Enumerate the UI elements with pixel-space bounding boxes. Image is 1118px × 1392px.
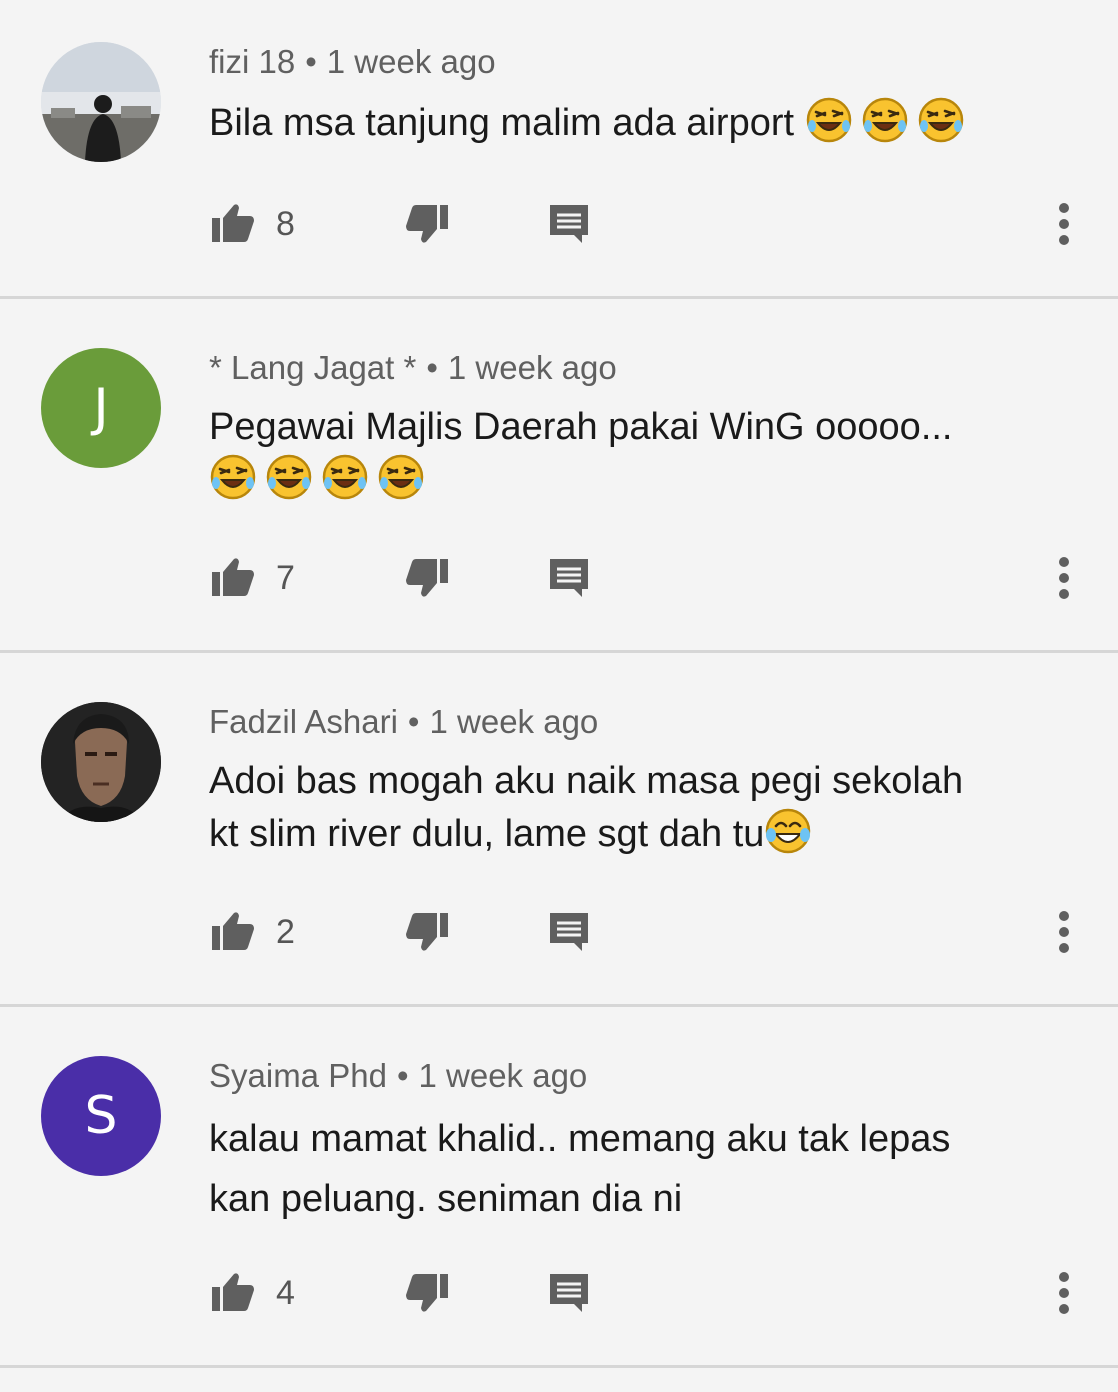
- like-button[interactable]: 8: [210, 194, 295, 254]
- thumb-up-icon: [212, 204, 254, 242]
- like-count: 2: [276, 912, 295, 951]
- comment-time: 1 week ago: [429, 703, 599, 740]
- avatar-initial: S: [84, 1086, 118, 1146]
- thumb-down-icon: [406, 913, 448, 951]
- rofl-emoji-icon: [210, 454, 256, 500]
- more-vert-icon: [1059, 219, 1069, 229]
- comment-meta: * Lang Jagat * • 1 week ago: [209, 349, 617, 387]
- comment-text: Bila msa tanjung malim ada airport: [209, 96, 1069, 149]
- comment-meta: Syaima Phd • 1 week ago: [209, 1057, 587, 1095]
- avatar[interactable]: J: [41, 348, 161, 468]
- avatar-photo-icon: [41, 42, 161, 162]
- comment-actions: 2: [0, 902, 1118, 962]
- separator-dot: •: [396, 1057, 409, 1094]
- dislike-button[interactable]: [402, 548, 450, 608]
- comment-text: kalau mamat khalid.. memang aku tak lepa…: [209, 1109, 1069, 1229]
- comment-item: Fadzil Ashari • 1 week ago Adoi bas mogah …: [0, 653, 1118, 1005]
- reply-icon: [548, 1272, 590, 1314]
- dislike-button[interactable]: [402, 194, 450, 254]
- like-button[interactable]: 2: [210, 902, 295, 962]
- dislike-button[interactable]: [402, 1263, 450, 1323]
- avatar[interactable]: S: [41, 1056, 161, 1176]
- reply-icon: [548, 911, 590, 953]
- dislike-button[interactable]: [402, 902, 450, 962]
- rofl-emoji-icon: [378, 454, 424, 500]
- comment-meta: Fadzil Ashari • 1 week ago: [209, 703, 598, 741]
- comment-text-line: Bila msa tanjung malim ada airport: [209, 102, 805, 144]
- avatar[interactable]: [41, 42, 161, 162]
- thumb-down-icon: [406, 1274, 448, 1312]
- reply-button[interactable]: [548, 548, 590, 608]
- comment-text-line: kalau mamat khalid.. memang aku tak lepa…: [209, 1118, 951, 1160]
- more-options-button[interactable]: [1044, 902, 1084, 962]
- comment-time: 1 week ago: [447, 349, 617, 386]
- more-vert-icon: [1059, 203, 1069, 213]
- comment-time: 1 week ago: [326, 43, 496, 80]
- more-vert-icon: [1059, 235, 1069, 245]
- comment-text-line: Adoi bas mogah aku naik masa pegi sekola…: [209, 760, 964, 802]
- comment-item: S Syaima Phd • 1 week ago kalau mamat khal…: [0, 1007, 1118, 1365]
- comment-item: J * Lang Jagat * • 1 week ago Pegawai Majl…: [0, 299, 1118, 651]
- avatar[interactable]: [41, 702, 161, 822]
- like-count: 4: [276, 1273, 295, 1312]
- reply-button[interactable]: [548, 1263, 590, 1323]
- comment-text-line: kt slim river dulu, lame sgt dah tu: [209, 813, 765, 855]
- rofl-emoji-icon: [806, 97, 851, 143]
- more-options-button[interactable]: [1044, 194, 1084, 254]
- avatar-initial: J: [93, 378, 109, 438]
- comment-time: 1 week ago: [418, 1057, 588, 1094]
- comment-text: Adoi bas mogah aku naik masa pegi sekola…: [209, 755, 1069, 860]
- rofl-emoji-icon: [862, 97, 907, 143]
- thumb-down-icon: [406, 559, 448, 597]
- comment-text: Pegawai Majlis Daerah pakai WinG ooooo..…: [209, 401, 1069, 506]
- more-vert-icon: [1059, 573, 1069, 583]
- reply-icon: [548, 557, 590, 599]
- like-button[interactable]: 4: [210, 1263, 295, 1323]
- author-name[interactable]: Fadzil Ashari: [209, 703, 398, 740]
- comment-text-line: Pegawai Majlis Daerah pakai WinG ooooo..…: [209, 406, 953, 448]
- like-count: 7: [276, 558, 295, 597]
- comment-text-line: kan peluang. seniman dia ni: [209, 1178, 683, 1220]
- rofl-emoji-icon: [266, 454, 312, 500]
- rofl-emoji-icon: [322, 454, 368, 500]
- rofl-emoji-icon: [918, 97, 963, 143]
- more-options-button[interactable]: [1044, 548, 1084, 608]
- more-vert-icon: [1059, 589, 1069, 599]
- more-vert-icon: [1059, 943, 1069, 953]
- more-vert-icon: [1059, 911, 1069, 921]
- like-button[interactable]: 7: [210, 548, 295, 608]
- author-name[interactable]: * Lang Jagat *: [209, 349, 416, 386]
- reply-button[interactable]: [548, 194, 590, 254]
- author-name[interactable]: Syaima Phd: [209, 1057, 387, 1094]
- author-name[interactable]: fizi 18: [209, 43, 295, 80]
- comment-feed: fizi 18 • 1 week ago Bila msa tanjung mali…: [0, 0, 1118, 1392]
- separator-dot: •: [426, 349, 438, 386]
- comment-item: fizi 18 • 1 week ago Bila msa tanjung mali…: [0, 0, 1118, 297]
- comment-actions: 4: [0, 1263, 1118, 1323]
- divider: [0, 1365, 1118, 1368]
- separator-dot: •: [407, 703, 420, 740]
- thumb-up-icon: [212, 912, 254, 950]
- thumb-up-icon: [212, 558, 254, 596]
- more-vert-icon: [1059, 1304, 1069, 1314]
- more-vert-icon: [1059, 1272, 1069, 1282]
- joy-emoji-icon: [765, 808, 812, 854]
- avatar-photo-icon: [41, 702, 161, 822]
- separator-dot: •: [305, 43, 317, 80]
- more-vert-icon: [1059, 927, 1069, 937]
- comment-actions: 7: [0, 548, 1118, 608]
- emoji-row: [209, 453, 1069, 506]
- thumb-up-icon: [212, 1273, 254, 1311]
- comment-actions: 8: [0, 194, 1118, 254]
- more-vert-icon: [1059, 1288, 1069, 1298]
- reply-button[interactable]: [548, 902, 590, 962]
- more-vert-icon: [1059, 557, 1069, 567]
- more-options-button[interactable]: [1044, 1263, 1084, 1323]
- comment-meta: fizi 18 • 1 week ago: [209, 43, 496, 81]
- like-count: 8: [276, 204, 295, 243]
- reply-icon: [548, 203, 590, 245]
- thumb-down-icon: [406, 205, 448, 243]
